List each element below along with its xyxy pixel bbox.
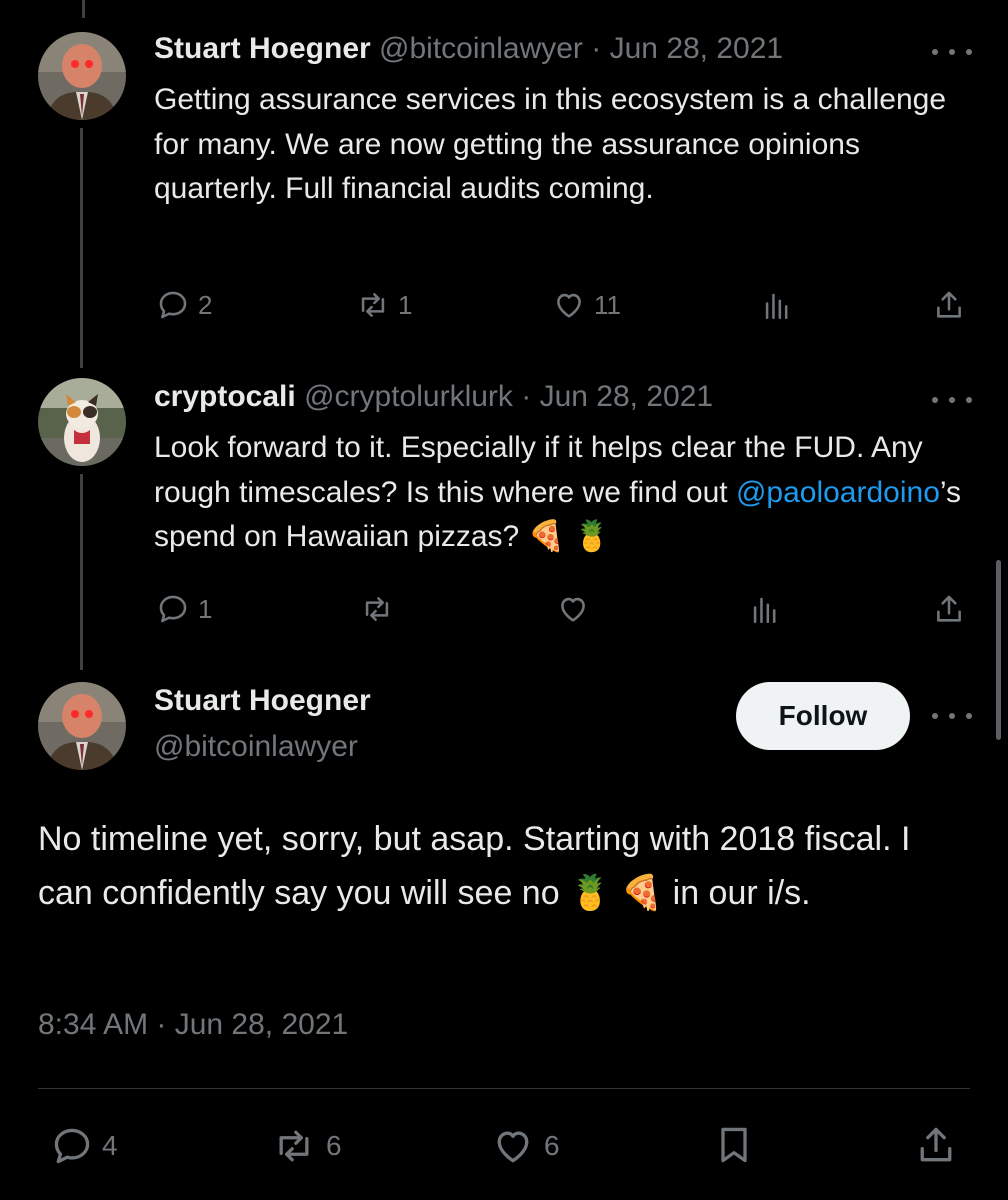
- reply-count: 2: [198, 289, 213, 320]
- like-count: 11: [594, 289, 621, 320]
- heart-icon: [561, 597, 585, 622]
- views-button[interactable]: [748, 592, 782, 626]
- retweet-button[interactable]: [360, 592, 394, 626]
- display-name-block: Stuart Hoegner: [154, 684, 371, 718]
- tweet-date[interactable]: Jun 28, 2021: [610, 32, 783, 65]
- reply-icon: [159, 595, 187, 623]
- share-icon: [937, 595, 961, 622]
- separator-dot: ·: [591, 32, 602, 65]
- like-button[interactable]: [556, 592, 590, 626]
- display-name[interactable]: Stuart Hoegner: [154, 684, 371, 717]
- reply-button[interactable]: 4: [50, 1124, 118, 1168]
- tweet-text: Getting assurance services in this ecosy…: [154, 83, 947, 205]
- reply-icon: [54, 1128, 90, 1164]
- reply-count: 4: [102, 1130, 118, 1161]
- share-button[interactable]: [914, 1122, 958, 1168]
- more-icon[interactable]: [932, 42, 972, 62]
- more-icon[interactable]: [932, 706, 972, 726]
- user-handle[interactable]: @bitcoinlawyer: [379, 32, 583, 65]
- emoji: 🍍 🍕: [569, 874, 664, 912]
- retweet-icon: [361, 293, 385, 317]
- divider: [38, 1088, 970, 1089]
- retweet-icon: [365, 597, 389, 621]
- more-icon[interactable]: [932, 390, 972, 410]
- retweet-button[interactable]: 1: [356, 288, 412, 322]
- avatar[interactable]: [38, 682, 126, 770]
- handle-block: @bitcoinlawyer: [154, 730, 358, 764]
- scrollbar[interactable]: [996, 560, 1001, 740]
- avatar[interactable]: [38, 32, 126, 120]
- follow-button[interactable]: Follow: [736, 682, 910, 750]
- retweet-count: 1: [398, 289, 413, 320]
- thread-line: [80, 128, 83, 368]
- reply-count: 1: [198, 593, 213, 624]
- like-button[interactable]: 11: [552, 288, 621, 322]
- avatar[interactable]: [38, 378, 126, 466]
- reply-button[interactable]: 2: [156, 288, 212, 322]
- display-name[interactable]: cryptocali: [154, 380, 296, 413]
- bookmark-icon: [721, 1127, 747, 1163]
- main-tweet-text: No timeline yet, sorry, but asap. Starti…: [38, 812, 958, 920]
- tweet-header: Stuart Hoegner @bitcoinlawyer · Jun 28, …: [154, 32, 783, 66]
- analytics-icon: [753, 597, 776, 624]
- heart-icon: [497, 1131, 529, 1163]
- share-button[interactable]: [932, 288, 966, 322]
- share-icon: [920, 1127, 952, 1162]
- retweet-count: 6: [326, 1130, 342, 1161]
- user-handle[interactable]: @cryptolurklurk: [304, 380, 513, 413]
- bookmark-button[interactable]: [712, 1122, 756, 1168]
- thread-line-top: [82, 0, 85, 18]
- reply-button[interactable]: 1: [156, 592, 212, 626]
- tweet-text-part: in our i/s.: [663, 874, 811, 912]
- display-name[interactable]: Stuart Hoegner: [154, 32, 371, 65]
- like-button[interactable]: 6: [490, 1124, 560, 1168]
- tweet-timestamp[interactable]: 8:34 AM · Jun 28, 2021: [38, 1008, 348, 1042]
- like-count: 6: [544, 1130, 560, 1161]
- emoji: 🍕 🍍: [527, 520, 611, 553]
- retweet-icon: [279, 1130, 309, 1162]
- tweet-date[interactable]: Jun 28, 2021: [540, 380, 713, 413]
- analytics-icon: [765, 293, 788, 320]
- tweet-text: Look forward to it. Especially if it hel…: [154, 426, 974, 560]
- user-handle[interactable]: @bitcoinlawyer: [154, 730, 358, 763]
- separator-dot: ·: [521, 380, 532, 413]
- views-button[interactable]: [760, 288, 794, 322]
- tweet-header: cryptocali @cryptolurklurk · Jun 28, 202…: [154, 380, 713, 414]
- reply-icon: [159, 291, 187, 319]
- share-icon: [937, 291, 961, 318]
- mention-link[interactable]: @paoloardoino: [736, 476, 940, 509]
- thread-line: [80, 474, 83, 670]
- share-button[interactable]: [932, 592, 966, 626]
- retweet-button[interactable]: 6: [270, 1124, 342, 1168]
- heart-icon: [557, 293, 581, 318]
